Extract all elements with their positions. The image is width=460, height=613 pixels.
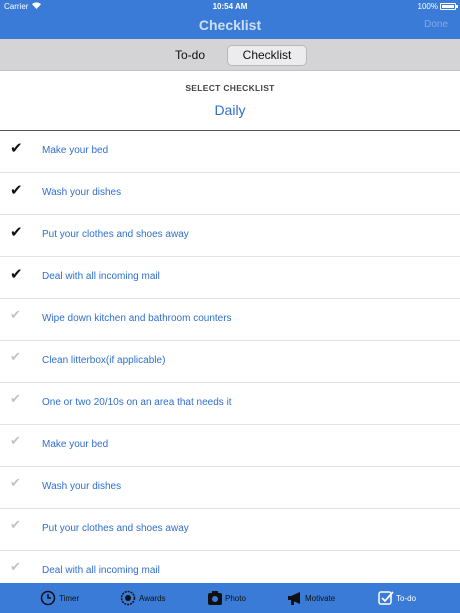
checkmark-empty-icon[interactable]: ✔ [10, 518, 26, 534]
checkmark-empty-icon[interactable]: ✔ [10, 560, 26, 576]
megaphone-icon [287, 590, 303, 606]
tab-label: To-do [396, 594, 417, 603]
checkmark-icon[interactable]: ✔ [10, 182, 26, 198]
list-item-label: Make your bed [42, 439, 109, 450]
list-item-label: Wash your dishes [42, 187, 122, 198]
list-item[interactable]: ✔ Wash your dishes [0, 467, 460, 509]
checklist-list: ✔ Make your bed ✔ Wash your dishes ✔ Put your… [0, 131, 460, 583]
camera-icon [207, 590, 223, 606]
checkmark-empty-icon[interactable]: ✔ [10, 434, 26, 450]
tab-label: Motivate [305, 594, 336, 603]
list-item[interactable]: ✔ Put your clothes and shoes away [0, 215, 460, 257]
list-item-label: One or two 20/10s on an area that needs … [42, 397, 232, 408]
checkmark-empty-icon[interactable]: ✔ [10, 308, 26, 324]
selected-checklist[interactable]: Daily [0, 102, 460, 118]
status-bar: Carrier 10:54 AM 100% [0, 0, 460, 14]
list-item[interactable]: ✔ Make your bed [0, 425, 460, 467]
clock-icon [40, 590, 56, 606]
top-bar: Carrier 10:54 AM 100% Checklist Done [0, 0, 460, 39]
checkmark-icon[interactable]: ✔ [10, 266, 26, 282]
battery-percent: 100% [417, 2, 438, 11]
checkmark-empty-icon[interactable]: ✔ [10, 350, 26, 366]
list-item-label: Wipe down kitchen and bathroom counters [42, 313, 232, 324]
list-item-label: Deal with all incoming mail [42, 565, 160, 576]
status-time: 10:54 AM [212, 2, 248, 11]
list-item-label: Make your bed [42, 145, 109, 156]
list-item-label: Wash your dishes [42, 481, 122, 492]
tab-label: Timer [59, 594, 80, 603]
tab-motivate[interactable]: Motivate [287, 583, 347, 613]
segmented-control: To-do Checklist [0, 39, 460, 71]
select-checklist-label: SELECT CHECKLIST [185, 83, 275, 93]
tab-todo[interactable]: To-do [378, 583, 428, 613]
list-item[interactable]: ✔ Make your bed [0, 131, 460, 173]
award-icon [120, 590, 136, 606]
list-item[interactable]: ✔ One or two 20/10s on an area that needs… [0, 383, 460, 425]
tab-photo[interactable]: Photo [207, 583, 257, 613]
list-item[interactable]: ✔ Clean litterbox(if applicable) [0, 341, 460, 383]
page-title: Checklist [198, 17, 262, 33]
segment-checklist[interactable]: Checklist [227, 45, 307, 66]
tab-bar: Timer Awards Photo Motivate To-do [0, 583, 460, 613]
checkbox-icon [378, 590, 394, 606]
list-item[interactable]: ✔ Put your clothes and shoes away [0, 509, 460, 551]
list-item-label: Put your clothes and shoes away [42, 229, 189, 240]
list-item[interactable]: ✔ Wipe down kitchen and bathroom counters [0, 299, 460, 341]
list-item-label: Deal with all incoming mail [42, 271, 160, 282]
checkmark-icon[interactable]: ✔ [10, 140, 26, 156]
tab-label: Awards [139, 594, 166, 603]
checkmark-icon[interactable]: ✔ [10, 224, 26, 240]
list-item-label: Put your clothes and shoes away [42, 523, 189, 534]
list-item[interactable]: ✔ Wash your dishes [0, 173, 460, 215]
battery-icon [440, 3, 458, 10]
tab-awards[interactable]: Awards [120, 583, 175, 613]
tab-timer[interactable]: Timer [40, 583, 90, 613]
tab-label: Photo [225, 594, 246, 603]
list-item[interactable]: ✔ Deal with all incoming mail [0, 257, 460, 299]
list-item[interactable]: ✔ Deal with all incoming mail [0, 551, 460, 583]
checklist-selector[interactable]: SELECT CHECKLIST Daily [0, 71, 460, 131]
list-item-label: Clean litterbox(if applicable) [42, 355, 166, 366]
checkmark-empty-icon[interactable]: ✔ [10, 476, 26, 492]
checkmark-empty-icon[interactable]: ✔ [10, 392, 26, 408]
segment-todo[interactable]: To-do [164, 45, 216, 66]
done-button[interactable]: Done [424, 19, 448, 30]
